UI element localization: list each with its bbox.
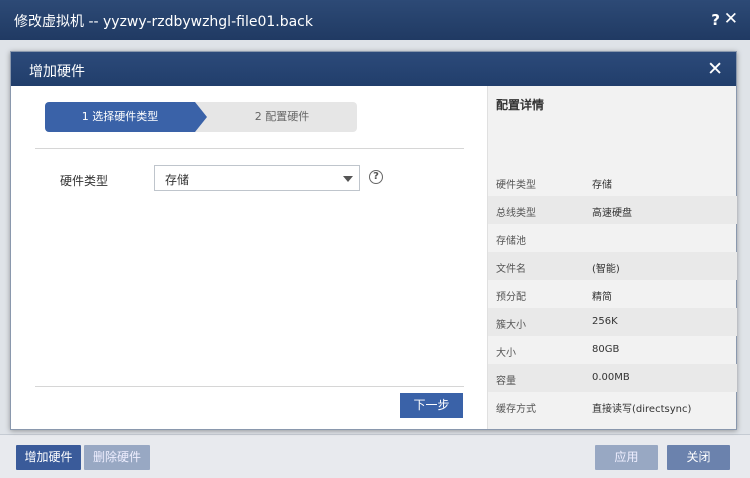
- detail-value: 256K: [592, 316, 618, 327]
- apply-button[interactable]: 应用: [595, 445, 658, 470]
- divider: [35, 386, 464, 387]
- window-close-icon[interactable]: ✕: [724, 9, 738, 29]
- wizard-step-configure-hardware[interactable]: 2 配置硬件: [195, 102, 357, 132]
- close-button[interactable]: 关闭: [667, 445, 730, 470]
- detail-key: 预分配: [496, 292, 526, 303]
- detail-key: 簇大小: [496, 320, 526, 331]
- help-icon[interactable]: ?: [711, 11, 720, 29]
- detail-row: 文件名 (智能): [488, 252, 737, 280]
- window-title-bar: 修改虚拟机 -- yyzwy-rzdbywzhgl-file01.back ? …: [0, 0, 750, 40]
- dialog-title-bar: 增加硬件 ✕: [11, 52, 736, 86]
- add-hardware-button[interactable]: 增加硬件: [16, 445, 81, 470]
- add-hardware-dialog: 增加硬件 ✕ 2 配置硬件 1 选择硬件类型 硬件类型 存储 ? 下一步 配置详…: [10, 51, 737, 430]
- detail-value: 精简: [592, 292, 612, 303]
- detail-key: 容量: [496, 376, 516, 387]
- detail-row: 硬件类型 存储: [488, 168, 737, 196]
- chevron-down-icon: [343, 176, 353, 182]
- detail-row: 大小 80GB: [488, 336, 737, 364]
- detail-value: 存储: [592, 180, 612, 191]
- wizard-step-arrow: [195, 102, 207, 132]
- divider: [35, 148, 464, 149]
- detail-value: 80GB: [592, 344, 620, 355]
- hardware-type-select[interactable]: 存储: [154, 165, 360, 191]
- detail-value: (智能): [592, 264, 620, 275]
- detail-row: 容量 0.00MB: [488, 364, 737, 392]
- dialog-close-icon[interactable]: ✕: [707, 58, 723, 80]
- detail-key: 总线类型: [496, 208, 536, 219]
- detail-value: 直接读写(directsync): [592, 404, 692, 415]
- detail-row: 缓存方式 直接读写(directsync): [488, 392, 737, 420]
- delete-hardware-button[interactable]: 删除硬件: [84, 445, 150, 470]
- detail-value: 0.00MB: [592, 372, 630, 383]
- window-title: 修改虚拟机 -- yyzwy-rzdbywzhgl-file01.back: [14, 14, 313, 30]
- detail-key: 存储池: [496, 236, 526, 247]
- detail-row: 总线类型 高速硬盘: [488, 196, 737, 224]
- detail-key: 硬件类型: [496, 180, 536, 191]
- detail-value: 高速硬盘: [592, 208, 632, 219]
- wizard-steps: 2 配置硬件 1 选择硬件类型: [45, 102, 357, 132]
- detail-key: 大小: [496, 348, 516, 359]
- hardware-type-label: 硬件类型: [60, 174, 109, 188]
- detail-row: 预分配 精简: [488, 280, 737, 308]
- detail-row: 簇大小 256K: [488, 308, 737, 336]
- dialog-title: 增加硬件: [29, 64, 85, 80]
- detail-row: 存储池: [488, 224, 737, 252]
- detail-key: 文件名: [496, 264, 526, 275]
- wizard-step-select-hardware-type[interactable]: 1 选择硬件类型: [45, 102, 195, 132]
- config-details-panel: 配置详情 硬件类型 存储 总线类型 高速硬盘 存储池 文件名 (智能) 预分配 …: [487, 86, 737, 429]
- config-details-header: 配置详情: [496, 98, 545, 112]
- question-mark-icon[interactable]: ?: [369, 170, 383, 184]
- detail-key: 缓存方式: [496, 404, 536, 415]
- hardware-type-value: 存储: [165, 173, 190, 187]
- next-button[interactable]: 下一步: [400, 393, 463, 418]
